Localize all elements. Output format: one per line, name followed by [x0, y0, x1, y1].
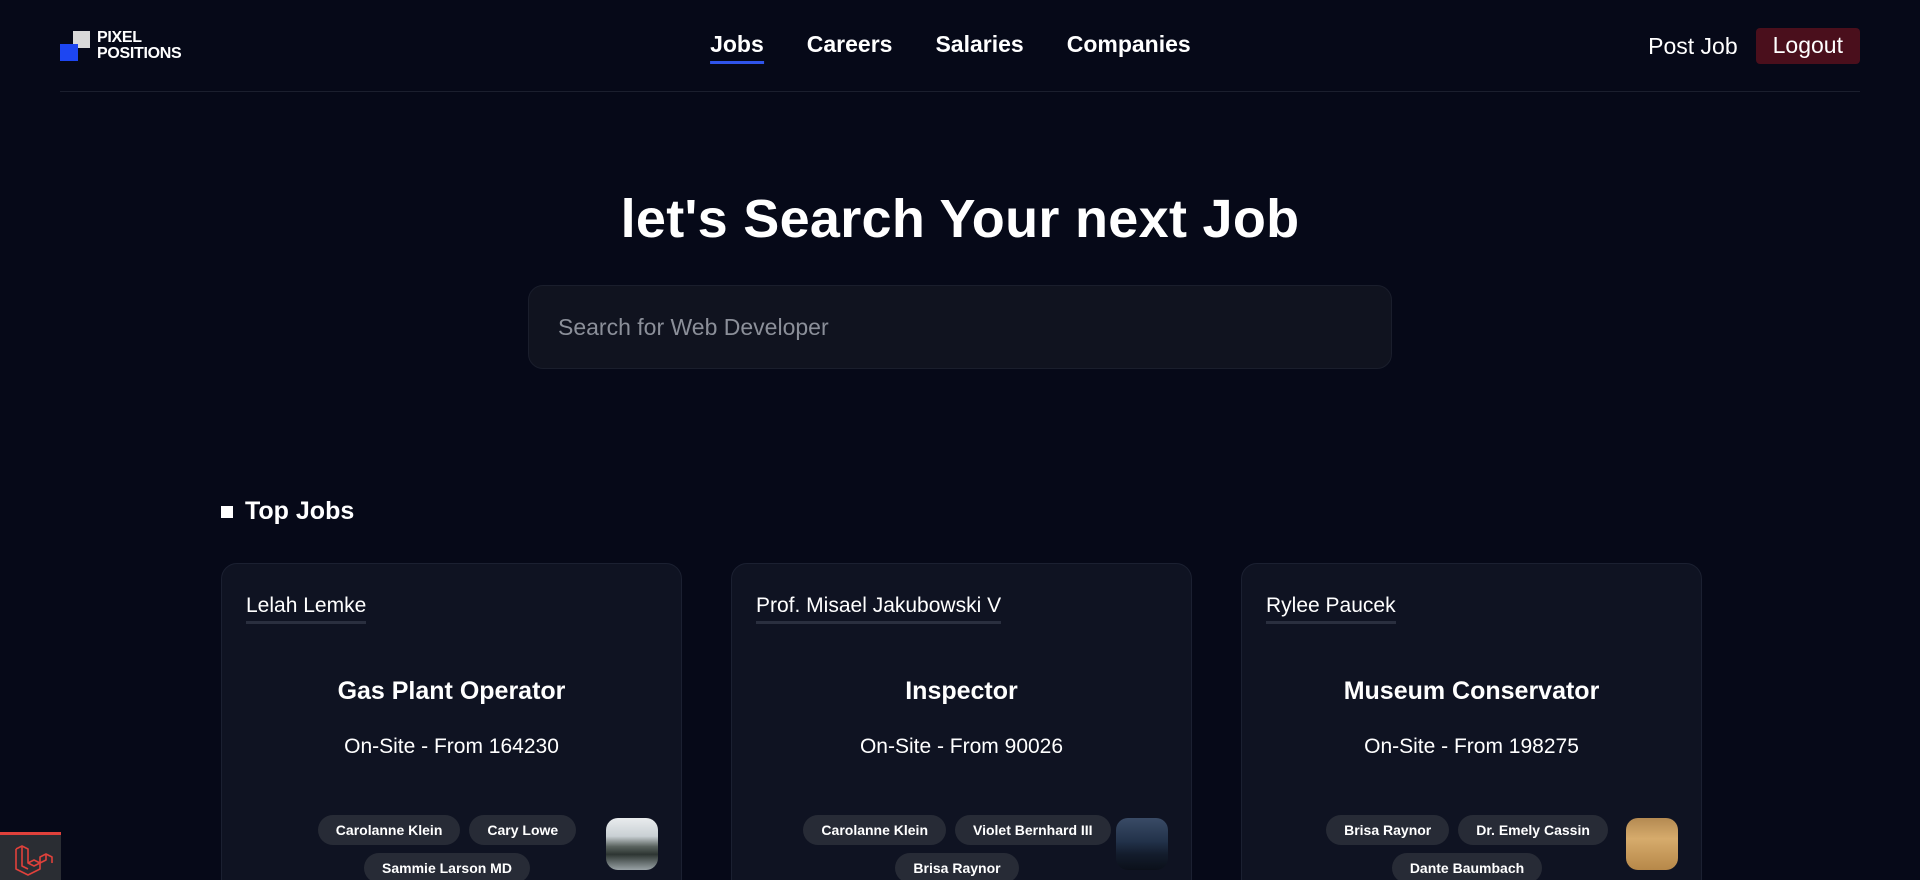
nav-item-companies[interactable]: Companies — [1067, 31, 1191, 64]
tag-list: Brisa Raynor Dr. Emely Cassin Dante Baum… — [1302, 815, 1632, 880]
employer-logo-thumbnail — [1116, 818, 1168, 870]
main-nav: Jobs Careers Salaries Companies — [710, 31, 1191, 64]
top-navigation-bar: PIXEL POSITIONS Jobs Careers Salaries Co… — [60, 0, 1860, 92]
employer-link[interactable]: Rylee Paucek — [1266, 594, 1396, 624]
job-card[interactable]: Rylee Paucek Museum Conservator On-Site … — [1241, 563, 1702, 880]
employer-logo-thumbnail — [606, 818, 658, 870]
hero-title: let's Search Your next Job — [620, 189, 1300, 249]
auth-actions: Post Job Logout — [1648, 28, 1860, 64]
debugbar-toggle[interactable] — [0, 832, 61, 880]
logo-text: PIXEL POSITIONS — [97, 29, 182, 62]
employer-logo-thumbnail — [1626, 818, 1678, 870]
tag-list: Carolanne Klein Cary Lowe Sammie Larson … — [282, 815, 612, 880]
tag-chip[interactable]: Brisa Raynor — [895, 853, 1019, 880]
tag-chip[interactable]: Cary Lowe — [469, 815, 577, 845]
job-card[interactable]: Lelah Lemke Gas Plant Operator On-Site -… — [221, 563, 682, 880]
employer-link[interactable]: Prof. Misael Jakubowski V — [756, 594, 1002, 624]
laravel-logo-icon — [15, 845, 53, 876]
nav-item-salaries[interactable]: Salaries — [935, 31, 1023, 64]
tag-chip[interactable]: Dante Baumbach — [1391, 853, 1543, 880]
tag-chip[interactable]: Violet Bernhard III — [955, 815, 1111, 845]
job-title: Museum Conservator — [1343, 677, 1600, 705]
job-meta: On-Site - From 198275 — [1364, 735, 1579, 758]
job-card[interactable]: Prof. Misael Jakubowski V Inspector On-S… — [731, 563, 1192, 880]
tag-chip[interactable]: Brisa Raynor — [1326, 815, 1450, 845]
logo-line-1: PIXEL — [97, 29, 142, 46]
top-jobs-list: Lelah Lemke Gas Plant Operator On-Site -… — [221, 563, 1702, 880]
section-title: Top Jobs — [245, 497, 355, 525]
post-job-link[interactable]: Post Job — [1648, 33, 1738, 60]
nav-item-careers[interactable]: Careers — [807, 31, 893, 64]
logout-button[interactable]: Logout — [1755, 28, 1860, 64]
job-meta: On-Site - From 90026 — [859, 735, 1064, 758]
tag-chip[interactable]: Dr. Emely Cassin — [1458, 815, 1608, 845]
tag-chip[interactable]: Carolanne Klein — [317, 815, 461, 845]
tag-chip[interactable]: Carolanne Klein — [803, 815, 947, 845]
pixel-positions-logo[interactable]: PIXEL POSITIONS — [60, 30, 200, 64]
job-title: Inspector — [905, 677, 1018, 705]
tag-list: Carolanne Klein Violet Bernhard III Bris… — [792, 815, 1122, 880]
square-bullet-icon — [221, 505, 233, 518]
employer-link[interactable]: Lelah Lemke — [246, 594, 367, 624]
logo-line-2: POSITIONS — [97, 45, 182, 62]
nav-item-jobs[interactable]: Jobs — [710, 31, 764, 64]
job-title: Gas Plant Operator — [337, 677, 566, 705]
top-jobs-heading: Top Jobs — [221, 497, 354, 526]
tag-chip[interactable]: Sammie Larson MD — [364, 853, 530, 880]
job-search-input[interactable] — [528, 285, 1392, 369]
logo-mark-front-square — [60, 44, 78, 61]
job-meta: On-Site - From 164230 — [344, 735, 559, 758]
